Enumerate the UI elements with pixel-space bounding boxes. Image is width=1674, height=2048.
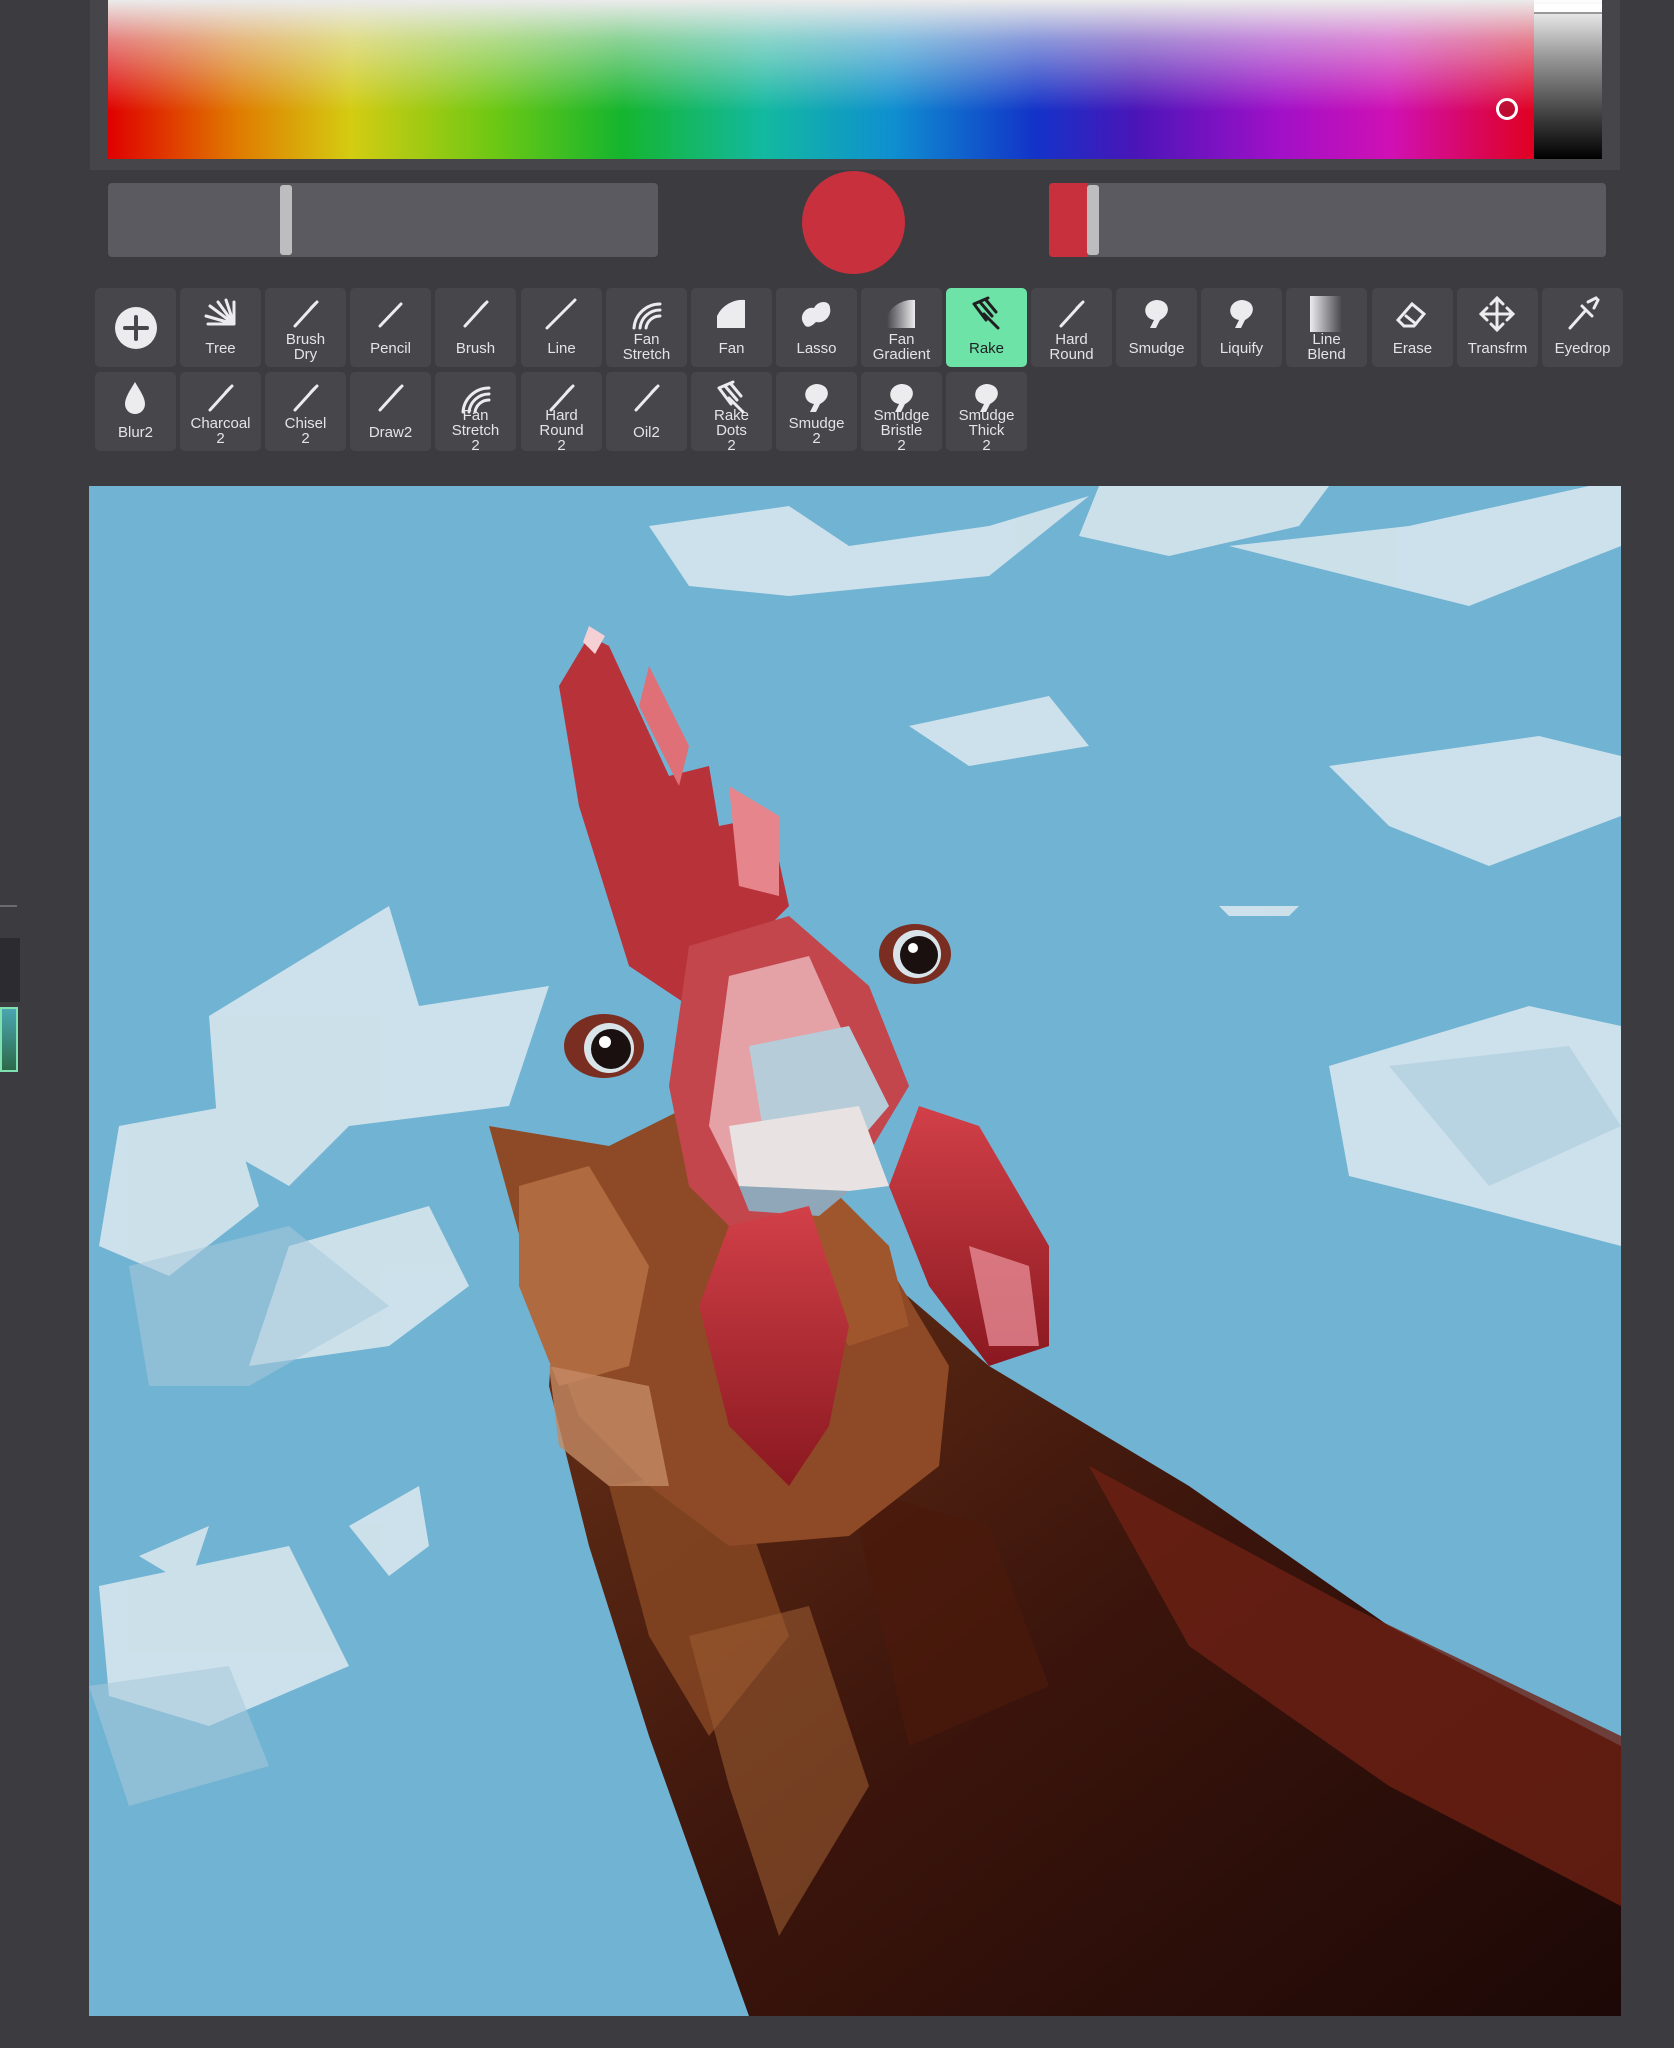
tool-hard-round-2-label: Hard Round 2 — [539, 407, 584, 454]
tool-fan-stretch-2-label: Fan Stretch 2 — [451, 407, 500, 454]
tool-brush-dry[interactable]: Brush Dry — [265, 288, 346, 367]
tool-smudge-bristle-2[interactable]: Smudge Bristle 2 — [861, 372, 942, 454]
tool-hard-round-label: Hard Round — [1049, 331, 1094, 363]
tool-chisel-2-label: Chisel 2 — [284, 415, 327, 447]
rake-icon — [966, 294, 1006, 334]
tool-chisel-2[interactable]: Chisel 2 — [265, 372, 346, 451]
move-icon — [1477, 294, 1517, 334]
tool-liquify[interactable]: Liquify — [1201, 288, 1282, 367]
tool-fan-label: Fan — [718, 340, 745, 357]
brush-icon — [200, 378, 240, 418]
brush-icon — [1051, 294, 1091, 334]
tool-fan-gradient-label: Fan Gradient — [872, 331, 931, 363]
tool-smudge-thick-2-label: Smudge Thick 2 — [958, 407, 1015, 454]
tool-lasso-label: Lasso — [796, 340, 837, 357]
tool-line-blend[interactable]: Line Blend — [1286, 288, 1367, 367]
tool-fan-gradient[interactable]: Fan Gradient — [861, 288, 942, 367]
tool-erase-label: Erase — [1392, 340, 1433, 357]
tree-brush-icon — [200, 294, 240, 334]
tool-brush[interactable]: Brush — [435, 288, 516, 367]
brush-icon — [285, 294, 325, 334]
layer-thumbnail[interactable] — [0, 1007, 18, 1072]
tool-tree-label: Tree — [205, 340, 236, 357]
lasso-icon — [796, 294, 836, 334]
brush-size-slider-thumb[interactable] — [280, 185, 292, 255]
side-panel-edge — [0, 905, 17, 907]
tool-rake-dots-2-label: Rake Dots 2 — [713, 407, 750, 454]
tool-transfrm-label: Transfrm — [1467, 340, 1528, 357]
tool-smudge-thick-2[interactable]: Smudge Thick 2 — [946, 372, 1027, 454]
tool-smudge-2-label: Smudge 2 — [788, 415, 845, 447]
tool-tree[interactable]: Tree — [180, 288, 261, 367]
tool-fan-stretch[interactable]: Fan Stretch — [606, 288, 687, 367]
pencil-icon — [370, 294, 410, 334]
line-blend-icon — [1306, 294, 1346, 334]
eyedropper-icon — [1562, 294, 1602, 334]
brush-opacity-slider-thumb[interactable] — [1087, 185, 1099, 255]
add-brush-button[interactable] — [95, 288, 176, 367]
tool-hard-round-2[interactable]: Hard Round 2 — [521, 372, 602, 454]
side-panel-tab[interactable] — [0, 938, 20, 1002]
color-picker-marker[interactable] — [1496, 98, 1518, 120]
brush-icon — [626, 378, 666, 418]
tool-smudge[interactable]: Smudge — [1116, 288, 1197, 367]
brush-icon — [285, 378, 325, 418]
tool-eyedrop[interactable]: Eyedrop — [1542, 288, 1623, 367]
tool-erase[interactable]: Erase — [1372, 288, 1453, 367]
tool-blur2[interactable]: Blur2 — [95, 372, 176, 451]
tool-blur2-label: Blur2 — [117, 424, 154, 441]
fan-stretch-icon — [626, 294, 666, 334]
tool-pencil[interactable]: Pencil — [350, 288, 431, 367]
brightness-marker[interactable] — [1534, 4, 1602, 14]
tool-hard-round[interactable]: Hard Round — [1031, 288, 1112, 367]
tool-rake-label: Rake — [968, 340, 1005, 357]
drop-icon — [115, 378, 155, 418]
fan-icon — [711, 294, 751, 334]
tool-smudge-bristle-2-label: Smudge Bristle 2 — [873, 407, 930, 454]
tool-charcoal-2-label: Charcoal 2 — [190, 415, 251, 447]
plus-circle-icon — [113, 305, 159, 351]
tool-smudge-label: Smudge — [1128, 340, 1185, 357]
brush-opacity-slider[interactable] — [1049, 183, 1606, 257]
line-icon — [541, 294, 581, 334]
smudge-icon — [796, 378, 836, 418]
tool-draw2-label: Draw2 — [368, 424, 413, 441]
tool-lasso[interactable]: Lasso — [776, 288, 857, 367]
tool-rake-dots-2[interactable]: Rake Dots 2 — [691, 372, 772, 454]
tool-brush-label: Brush — [455, 340, 496, 357]
tool-rake[interactable]: Rake — [946, 288, 1027, 367]
brightness-strip[interactable] — [1534, 0, 1602, 159]
tool-oil2[interactable]: Oil2 — [606, 372, 687, 451]
tool-line-label: Line — [547, 340, 576, 357]
tool-liquify-label: Liquify — [1219, 340, 1264, 357]
tool-draw2[interactable]: Draw2 — [350, 372, 431, 451]
fan-gradient-icon — [881, 294, 921, 334]
brush-size-slider[interactable] — [108, 183, 658, 257]
tool-fan-stretch-2[interactable]: Fan Stretch 2 — [435, 372, 516, 454]
hue-saturation-field[interactable] — [108, 0, 1534, 159]
painting-chicken — [89, 486, 1621, 2016]
tool-line-blend-label: Line Blend — [1307, 331, 1346, 363]
eraser-icon — [1392, 294, 1432, 334]
current-color-swatch[interactable] — [802, 171, 905, 274]
tool-smudge-2[interactable]: Smudge 2 — [776, 372, 857, 451]
brush-opacity-fill — [1049, 183, 1087, 257]
tool-brush-dry-label: Brush Dry — [285, 331, 326, 363]
smudge-icon — [1136, 294, 1176, 334]
tool-fan-stretch-label: Fan Stretch — [622, 331, 671, 363]
tool-pencil-label: Pencil — [370, 340, 411, 357]
brush-icon — [455, 294, 495, 334]
tool-transfrm[interactable]: Transfrm — [1457, 288, 1538, 367]
tool-oil2-label: Oil2 — [633, 424, 660, 441]
tool-charcoal-2[interactable]: Charcoal 2 — [180, 372, 261, 451]
drawing-canvas[interactable] — [89, 486, 1621, 2016]
tool-fan[interactable]: Fan — [691, 288, 772, 367]
brush-icon — [370, 378, 410, 418]
tool-line[interactable]: Line — [521, 288, 602, 367]
smudge-icon — [1221, 294, 1261, 334]
tool-eyedrop-label: Eyedrop — [1554, 340, 1611, 357]
